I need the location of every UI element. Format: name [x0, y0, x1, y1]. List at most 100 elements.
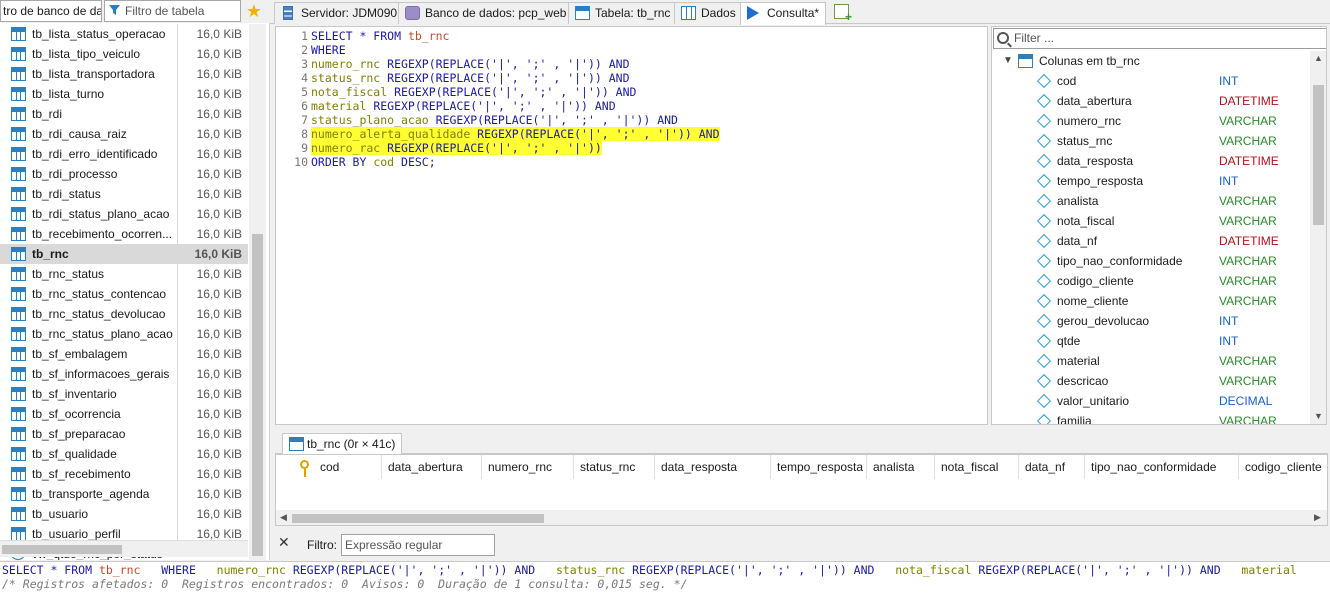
table-list-item[interactable]: tb_rnc_status_devolucao 16,0 KiB: [0, 304, 248, 324]
table-list-item[interactable]: tb_rnc_status 16,0 KiB: [0, 264, 248, 284]
column-tree-root[interactable]: ▼ Colunas em tb_rnc: [992, 51, 1310, 71]
table-list-item[interactable]: tb_rnc_status_contencao 16,0 KiB: [0, 284, 248, 304]
code-token: material: [1241, 563, 1297, 577]
table-list-item[interactable]: tb_sf_ocorrencia 16,0 KiB: [0, 404, 248, 424]
grid-column-header[interactable]: tempo_resposta: [771, 455, 867, 479]
table-icon: [289, 437, 304, 451]
column-icon: [1036, 273, 1052, 289]
table-list-item[interactable]: tb_lista_transportadora 16,0 KiB: [0, 64, 248, 84]
grid-column-header[interactable]: numero_rnc: [482, 455, 574, 479]
database-filter-input[interactable]: tro de banco de dad: [0, 0, 102, 22]
scroll-thumb[interactable]: [292, 514, 544, 523]
results-grid[interactable]: cod data_abertura numero_rnc status_rnc data…: [275, 454, 1328, 526]
tab-data[interactable]: Dados: [674, 2, 743, 24]
column-tree-item[interactable]: material VARCHAR: [992, 351, 1310, 371]
table-list-item[interactable]: tb_rdi_status_plano_acao 16,0 KiB: [0, 204, 248, 224]
table-list-item[interactable]: tb_sf_inventario 16,0 KiB: [0, 384, 248, 404]
key-icon: [300, 460, 309, 477]
left-horizontal-scrollbar[interactable]: [0, 540, 248, 557]
grid-column-header[interactable]: data_abertura: [382, 455, 482, 479]
column-tree-item[interactable]: data_nf DATETIME: [992, 231, 1310, 251]
table-icon: [11, 367, 26, 381]
table-list-item[interactable]: tb_rdi_status 16,0 KiB: [0, 184, 248, 204]
table-icon: [11, 387, 26, 401]
table-list-item[interactable]: tb_lista_tipo_veiculo 16,0 KiB: [0, 44, 248, 64]
column-tree-item[interactable]: tempo_resposta INT: [992, 171, 1310, 191]
column-tree-item[interactable]: data_abertura DATETIME: [992, 91, 1310, 111]
column-tree-item[interactable]: data_resposta DATETIME: [992, 151, 1310, 171]
code-token: material: [311, 99, 374, 113]
sql-log[interactable]: SELECT * FROM tb_rnc WHERE numero_rnc RE…: [0, 561, 1330, 593]
column-tree-item[interactable]: tipo_nao_conformidade VARCHAR: [992, 251, 1310, 271]
tab-database[interactable]: Banco de dados: pcp_web: [398, 2, 574, 24]
table-list-item[interactable]: tb_lista_status_operacao 16,0 KiB: [0, 24, 248, 44]
star-icon[interactable]: ★: [244, 1, 264, 21]
table-list-item[interactable]: tb_recebimento_ocorren... 16,0 KiB: [0, 224, 248, 244]
grid-column-header[interactable]: codigo_cliente: [1239, 455, 1327, 479]
grid-column-header[interactable]: data_resposta: [655, 455, 771, 479]
column-tree-item[interactable]: nota_fiscal VARCHAR: [992, 211, 1310, 231]
column-tree-item[interactable]: cod INT: [992, 71, 1310, 91]
table-list-item[interactable]: tb_usuario 16,0 KiB: [0, 504, 248, 524]
column-tree-item[interactable]: status_rnc VARCHAR: [992, 131, 1310, 151]
column-tree-item[interactable]: familia VARCHAR: [992, 411, 1310, 424]
table-list-item[interactable]: tb_sf_recebimento 16,0 KiB: [0, 464, 248, 484]
column-name: tipo_nao_conformidade: [1057, 254, 1183, 268]
grid-column-header[interactable]: cod: [314, 455, 382, 479]
close-icon[interactable]: ✕: [278, 534, 290, 551]
table-icon: [11, 67, 26, 81]
chevron-down-icon[interactable]: ▼: [1003, 51, 1013, 71]
table-list-item[interactable]: tb_rnc_status_plano_acao 16,0 KiB: [0, 324, 248, 344]
table-list-item[interactable]: tb_sf_preparacao 16,0 KiB: [0, 424, 248, 444]
table-list-item[interactable]: tb_lista_turno 16,0 KiB: [0, 84, 248, 104]
column-tree-item[interactable]: numero_rnc VARCHAR: [992, 111, 1310, 131]
column-icon: [1036, 373, 1052, 389]
table-name: tb_rdi_status_plano_acao: [32, 207, 170, 221]
grid-column-header[interactable]: tipo_nao_conformidade: [1085, 455, 1239, 479]
new-query-tab-icon[interactable]: [834, 4, 852, 24]
table-list-item[interactable]: tb_sf_embalagem 16,0 KiB: [0, 344, 248, 364]
grid-column-header[interactable]: status_rnc: [574, 455, 655, 479]
scroll-thumb[interactable]: [2, 545, 122, 554]
column-tree-item[interactable]: nome_cliente VARCHAR: [992, 291, 1310, 311]
code-token: REGEXP(REPLACE(: [477, 127, 582, 141]
column-tree-item[interactable]: analista VARCHAR: [992, 191, 1310, 211]
table-filter-input[interactable]: Filtro de tabela: [104, 0, 241, 22]
grid-column-header[interactable]: analista: [867, 455, 935, 479]
table-list-item[interactable]: tb_rdi_erro_identificado 16,0 KiB: [0, 144, 248, 164]
tab-server[interactable]: Servidor: JDM090: [274, 2, 405, 24]
table-list-item[interactable]: tb_rdi_causa_raiz 16,0 KiB: [0, 124, 248, 144]
query-editor[interactable]: 1 SELECT * FROM tb_rnc 2 WHERE 3 numero_rnc R…: [275, 26, 988, 425]
column-filter-input[interactable]: Filter ...: [993, 28, 1326, 49]
results-tab[interactable]: tb_rnc (0r × 41c): [282, 433, 403, 455]
code-token: numero_rac: [311, 141, 388, 155]
table-list-item[interactable]: tb_rdi 16,0 KiB: [0, 104, 248, 124]
table-list-item[interactable]: tb_rdi_processo 16,0 KiB: [0, 164, 248, 184]
table-list-item[interactable]: tb_sf_informacoes_gerais 16,0 KiB: [0, 364, 248, 384]
column-tree-item[interactable]: descricao VARCHAR: [992, 371, 1310, 391]
regex-filter-input[interactable]: Expressão regular: [341, 534, 495, 556]
table-list-item[interactable]: tb_rnc 16,0 KiB: [0, 244, 248, 264]
scroll-down-icon[interactable]: ▼: [1314, 411, 1323, 421]
table-list-item[interactable]: tb_transporte_agenda 16,0 KiB: [0, 484, 248, 504]
grid-column-header[interactable]: nota_fiscal: [935, 455, 1019, 479]
grid-horizontal-scrollbar[interactable]: ◀ ▶: [276, 510, 1327, 525]
scroll-thumb[interactable]: [252, 234, 263, 556]
grid-column-header[interactable]: data_nf: [1019, 455, 1085, 479]
scroll-up-icon[interactable]: ▲: [1314, 53, 1323, 63]
columns-vertical-scrollbar[interactable]: ▲ ▼: [1310, 51, 1326, 424]
scroll-thumb[interactable]: [1313, 85, 1324, 225]
tab-table[interactable]: Tabela: tb_rnc: [568, 2, 678, 24]
column-tree-item[interactable]: valor_unitario DECIMAL: [992, 391, 1310, 411]
column-tree-item[interactable]: gerou_devolucao INT: [992, 311, 1310, 331]
table-list-item[interactable]: tb_sf_qualidade 16,0 KiB: [0, 444, 248, 464]
table-icon: [11, 47, 26, 61]
column-tree-item[interactable]: qtde INT: [992, 331, 1310, 351]
table-name: tb_sf_informacoes_gerais: [32, 367, 170, 381]
tab-query[interactable]: Consulta*: [740, 2, 827, 25]
left-vertical-scrollbar[interactable]: [249, 24, 266, 560]
table-icon: [11, 187, 26, 201]
scroll-right-icon[interactable]: ▶: [1314, 512, 1321, 523]
scroll-left-icon[interactable]: ◀: [280, 512, 287, 523]
column-tree-item[interactable]: codigo_cliente VARCHAR: [992, 271, 1310, 291]
